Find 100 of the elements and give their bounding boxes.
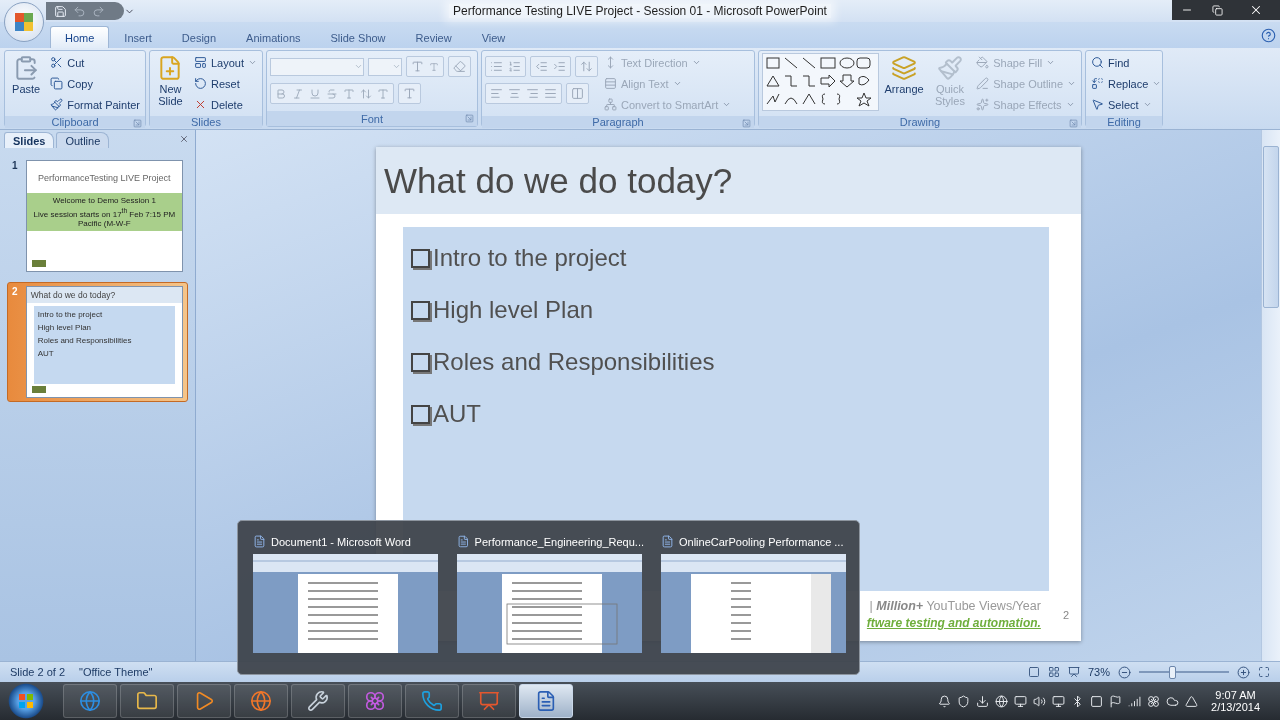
help-icon[interactable] <box>1261 27 1276 43</box>
pane-tab[interactable]: Outline <box>56 132 110 148</box>
display-icon[interactable] <box>1052 694 1066 708</box>
case-icon[interactable] <box>377 87 389 100</box>
paintbrush-icon[interactable] <box>50 98 64 111</box>
align-right-icon[interactable] <box>526 87 539 100</box>
speaker-icon[interactable] <box>1033 694 1047 708</box>
redo-icon[interactable] <box>92 4 105 18</box>
clock[interactable]: 9:07 AM 2/13/2014 <box>1211 689 1260 713</box>
underline-icon[interactable] <box>309 87 321 100</box>
ribbon-tab[interactable]: View <box>466 26 521 48</box>
triangle-icon[interactable] <box>1185 694 1199 708</box>
normal-view-icon[interactable] <box>1027 666 1040 678</box>
undo-icon[interactable] <box>73 4 86 18</box>
square-icon[interactable] <box>1090 694 1104 708</box>
ribbon-tab[interactable]: Slide Show <box>315 26 401 48</box>
ribbon-tab[interactable]: Animations <box>231 26 316 48</box>
align-left-icon[interactable] <box>490 87 503 100</box>
search-icon[interactable] <box>1091 56 1104 69</box>
dialog-launcher-icon[interactable] <box>465 114 474 123</box>
bold-icon[interactable] <box>275 87 287 100</box>
strikethrough-icon[interactable] <box>326 87 338 100</box>
ribbon-button[interactable]: Format Painter <box>48 95 142 114</box>
dialog-launcher-icon[interactable] <box>742 119 751 128</box>
ribbon-button[interactable]: Arrange <box>882 53 926 114</box>
pane-tab[interactable]: Slides <box>4 132 55 148</box>
pointer-icon[interactable] <box>1091 98 1104 111</box>
replace-icon[interactable] <box>1091 77 1104 90</box>
ribbon-button[interactable]: Replace <box>1089 74 1164 93</box>
ribbon-button[interactable]: Find <box>1089 53 1164 72</box>
indent-icon[interactable] <box>553 60 566 73</box>
font-color-icon[interactable] <box>403 87 416 100</box>
caret-icon[interactable] <box>248 58 257 67</box>
arrange-icon[interactable] <box>891 55 918 81</box>
shield-icon[interactable] <box>957 694 971 708</box>
shadow-icon[interactable] <box>343 87 355 100</box>
dialog-launcher-icon[interactable] <box>133 119 142 128</box>
ribbon-button[interactable]: Reset <box>191 74 259 93</box>
sorter-view-icon[interactable] <box>1047 666 1060 678</box>
font-size-field[interactable] <box>368 57 402 76</box>
slide-thumbnail[interactable]: What do we do today? Intro to the project High level Plan Roles and Responsibilities AUT <box>25 286 183 398</box>
align-center-icon[interactable] <box>508 87 521 100</box>
zoom-in-icon[interactable] <box>1237 665 1250 679</box>
slide-thumbnail-row[interactable]: 1 PerformanceTesting LIVE Project Welcome to Demo Session 1 Live session starts on 17$^{th}$ Feb 7:15 PM Pacific (M-W-F <box>7 156 188 276</box>
bell-icon[interactable] <box>938 694 952 708</box>
ribbon-button[interactable]: Delete <box>191 95 259 114</box>
columns-icon[interactable] <box>571 87 584 100</box>
caret-icon[interactable] <box>1152 79 1162 88</box>
outdent-icon[interactable] <box>535 60 548 73</box>
window-thumbnail-drawing[interactable] <box>661 554 846 653</box>
cloud-icon[interactable] <box>1166 694 1180 708</box>
zoom-out-icon[interactable] <box>1118 665 1131 679</box>
window-thumbnail-drawing[interactable] <box>253 554 438 653</box>
ribbon-button[interactable]: Select <box>1089 95 1164 114</box>
zoom-thumb[interactable] <box>1169 665 1177 679</box>
restore-icon[interactable] <box>1211 4 1223 16</box>
window-thumbnail-drawing[interactable] <box>457 554 642 653</box>
caret-icon[interactable] <box>354 62 363 71</box>
monitor-icon[interactable] <box>1014 694 1028 708</box>
save-icon[interactable] <box>54 4 67 18</box>
slide-thumbnail-row[interactable]: 2 What do we do today? Intro to the project High level Plan Roles and Responsibilities AUT <box>7 282 188 402</box>
eraser-icon[interactable] <box>453 60 466 73</box>
ribbon-button[interactable]: New Slide <box>153 53 188 114</box>
shrink-font-icon[interactable] <box>429 61 439 72</box>
flower-icon[interactable] <box>1147 694 1161 708</box>
flag-icon[interactable] <box>1109 694 1123 708</box>
numbering-icon[interactable] <box>508 60 521 73</box>
spacing-icon[interactable] <box>360 87 372 100</box>
ribbon-button[interactable]: Layout <box>191 53 259 72</box>
taskbar-button[interactable] <box>519 684 573 718</box>
office-button[interactable] <box>4 2 44 42</box>
dialog-launcher-icon[interactable] <box>1069 119 1078 128</box>
grow-font-icon[interactable] <box>411 60 424 73</box>
scissors-icon[interactable] <box>50 56 64 69</box>
copy-icon[interactable] <box>50 77 64 90</box>
ribbon-button[interactable]: Copy <box>48 74 142 93</box>
globe-icon[interactable] <box>995 694 1009 708</box>
layout-icon[interactable] <box>193 56 207 69</box>
caret-icon[interactable] <box>1142 100 1152 109</box>
caret-icon[interactable] <box>392 62 401 71</box>
close-icon[interactable] <box>1249 3 1263 17</box>
clipboard-icon[interactable] <box>13 55 40 81</box>
reset-icon[interactable] <box>193 77 207 90</box>
download-icon[interactable] <box>976 694 990 708</box>
bullets-icon[interactable] <box>490 60 503 73</box>
justify-icon[interactable] <box>544 87 557 100</box>
slideshow-view-icon[interactable] <box>1067 666 1080 678</box>
scrollbar[interactable] <box>1261 130 1280 661</box>
font-name-field[interactable] <box>270 57 364 76</box>
fit-icon[interactable] <box>1258 666 1270 678</box>
ribbon-button[interactable]: Cut <box>48 53 142 72</box>
slide-thumbnail[interactable]: PerformanceTesting LIVE Project Welcome to Demo Session 1 Live session starts on 17$^{th}$ Feb 7:15 PM Pacific (M-W-F <box>25 160 183 272</box>
ribbon-tab[interactable]: Design <box>166 26 232 48</box>
ribbon-tab[interactable]: Insert <box>109 26 167 48</box>
ribbon-button[interactable]: Paste <box>8 53 45 114</box>
ribbon-tab[interactable]: Review <box>400 26 467 48</box>
ribbon-tab[interactable]: Home <box>50 26 110 48</box>
italic-icon[interactable] <box>292 87 304 100</box>
line-spacing-icon[interactable] <box>580 60 593 73</box>
signal-icon[interactable] <box>1128 694 1142 708</box>
